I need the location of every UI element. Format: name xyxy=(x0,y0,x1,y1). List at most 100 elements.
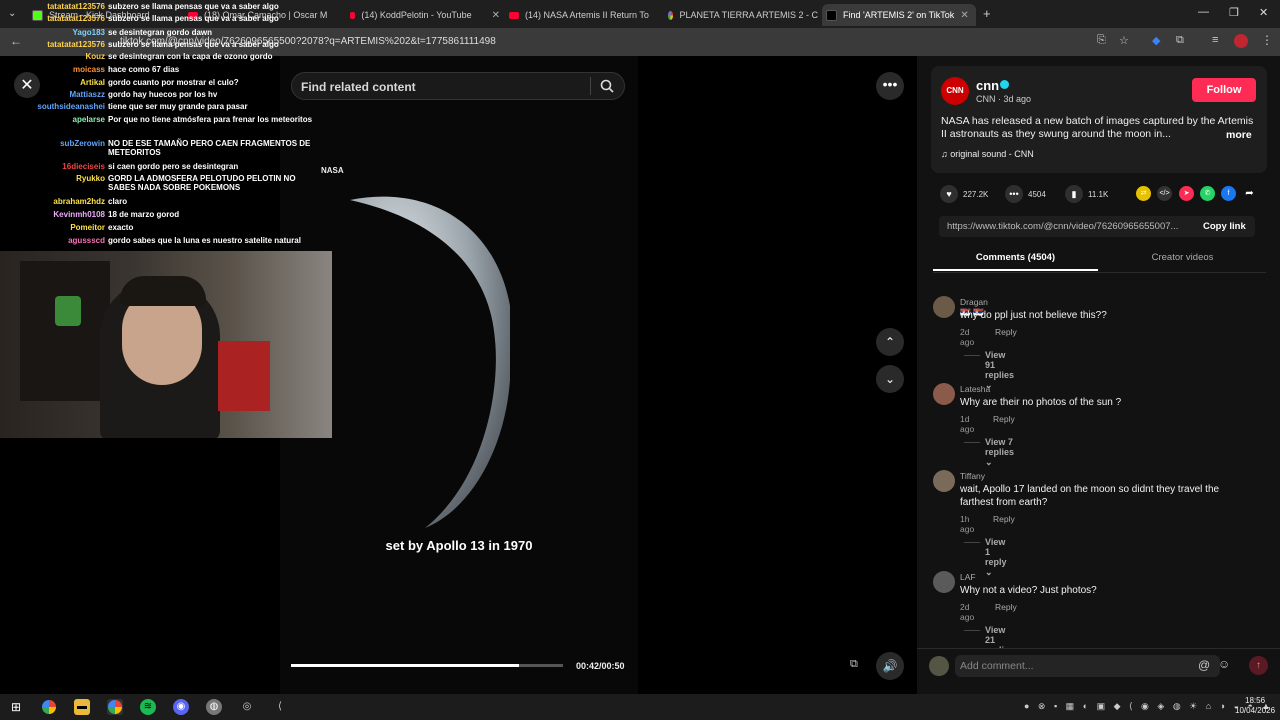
picture-in-picture-icon[interactable]: ⧉ xyxy=(850,658,868,676)
commenter-avatar[interactable] xyxy=(933,296,955,318)
app-icon[interactable]: ◍ xyxy=(206,699,222,715)
more-button[interactable]: more xyxy=(1226,129,1252,141)
commenter-name[interactable]: Tiffany xyxy=(960,471,985,481)
bookmark-icon: ▮ xyxy=(1065,185,1083,203)
author-avatar[interactable]: CNN xyxy=(941,77,969,105)
post-link[interactable]: https://www.tiktok.com/@cnn/video/762609… xyxy=(947,221,1190,232)
file-explorer-icon[interactable]: ▬ xyxy=(74,699,90,715)
restore-icon[interactable]: ❐ xyxy=(1229,6,1239,19)
stream-chat-overlay: tatatatat123576 subzero se llama pensas q… xyxy=(0,0,320,250)
app2-icon[interactable]: ⟨ xyxy=(272,699,288,715)
view-replies-button[interactable]: View 7 replies ⌄ xyxy=(985,437,1014,468)
chat-username[interactable]: moicass xyxy=(73,65,105,74)
chat-username[interactable]: tatatatat123576 xyxy=(47,14,105,23)
reply-button[interactable]: Reply xyxy=(993,514,1015,524)
whatsapp-icon[interactable]: ✆ xyxy=(1200,186,1215,201)
tab-creator-videos[interactable]: Creator videos xyxy=(1100,252,1265,263)
copy-link-button[interactable]: Copy link xyxy=(1203,221,1246,232)
tab-google[interactable]: PLANETA TIERRA ARTEMIS 2 - C xyxy=(668,4,818,26)
comment-text: why do ppl just not believe this?? xyxy=(960,310,1107,321)
chat-text: subzero se llama pensas que va a saber a… xyxy=(108,40,279,49)
clock[interactable]: 18:56 10/04/2026 xyxy=(1235,696,1275,716)
emoji-icon[interactable]: ☺ xyxy=(1218,657,1230,671)
more-options-icon[interactable]: ••• xyxy=(876,72,904,100)
tab-label: (14) KoddPelotin - YouTube xyxy=(361,10,472,20)
chat-username[interactable]: Pomeitor xyxy=(70,223,105,232)
view-replies-label: View 91 replies xyxy=(985,350,1015,380)
tab-youtube-nasa[interactable]: (14) NASA Artemis II Return To xyxy=(509,4,659,26)
browser-menu-icon[interactable]: ⋮ xyxy=(1261,33,1273,47)
windows-start-icon[interactable]: ⊞ xyxy=(8,699,24,715)
profile-avatar[interactable] xyxy=(1234,34,1248,48)
chat-username[interactable]: Kouz xyxy=(85,52,105,61)
comment-text: Why not a video? Just photos? xyxy=(960,585,1097,596)
extensions-icon[interactable]: ⧉ xyxy=(1176,34,1184,47)
close-tab-icon[interactable]: ✕ xyxy=(492,10,500,21)
like-button[interactable]: ♥ 227.2K xyxy=(940,185,988,203)
chat-username[interactable]: subZerowin xyxy=(60,139,105,148)
chat-username[interactable]: southsideanashei xyxy=(37,102,105,111)
chat-username[interactable]: 16dieciseis xyxy=(62,162,105,171)
chat-username[interactable]: Ryukko xyxy=(76,174,105,183)
send-icon[interactable]: ↑ xyxy=(1249,656,1268,675)
chat-username[interactable]: abraham2hdz xyxy=(53,197,105,206)
send-to-friends-icon[interactable]: ➤ xyxy=(1179,186,1194,201)
chat-username[interactable]: agussscd xyxy=(68,236,105,245)
commenter-avatar[interactable] xyxy=(933,470,955,492)
search-icon[interactable] xyxy=(600,79,614,93)
close-tab-icon[interactable]: ✕ xyxy=(960,10,968,21)
install-icon[interactable]: ⎘ xyxy=(1097,34,1106,47)
chat-username[interactable]: Kevinmh0108 xyxy=(53,210,105,219)
follow-button[interactable]: Follow xyxy=(1192,78,1256,102)
facebook-icon[interactable]: f xyxy=(1221,186,1236,201)
bookmark-star-icon[interactable]: ☆ xyxy=(1119,34,1129,47)
chat-text: se desintegran gordo dawn xyxy=(108,28,213,37)
comment-button[interactable]: ••• 4504 xyxy=(1005,185,1046,203)
tab-youtube-kodd[interactable]: (14) KoddPelotin - YouTube ✕ xyxy=(350,4,500,26)
volume-icon[interactable]: 🔊 xyxy=(876,652,904,680)
chrome-profile-icon[interactable] xyxy=(107,699,123,715)
new-tab-icon[interactable]: + xyxy=(983,6,991,21)
tab-comments[interactable]: Comments (4504) xyxy=(933,252,1098,263)
chat-username[interactable]: apelarse xyxy=(73,115,105,124)
chat-username[interactable]: Mattiaszz xyxy=(69,90,105,99)
chat-username[interactable]: tatatatat123576 xyxy=(47,2,105,11)
window-close-icon[interactable]: ✕ xyxy=(1259,6,1268,19)
commenter-avatar[interactable] xyxy=(933,383,955,405)
reply-line xyxy=(964,355,980,356)
obs-icon[interactable]: ◎ xyxy=(239,699,255,715)
chat-text: subzero se llama pensas que va a saber a… xyxy=(108,2,279,11)
chat-username[interactable]: Yago183 xyxy=(73,28,105,37)
reply-button[interactable]: Reply xyxy=(995,602,1017,612)
discord-icon[interactable]: ◉ xyxy=(173,699,189,715)
tab-tiktok[interactable]: Find 'ARTEMIS 2' on TikTok ✕ xyxy=(822,4,976,26)
previous-video-icon[interactable]: ⌃ xyxy=(876,328,904,356)
next-video-icon[interactable]: ⌄ xyxy=(876,365,904,393)
reply-button[interactable]: Reply xyxy=(993,414,1015,424)
commenter-avatar[interactable] xyxy=(933,571,955,593)
chrome-icon[interactable] xyxy=(41,699,57,715)
user-avatar xyxy=(929,656,949,676)
commenter-name[interactable]: Latesha xyxy=(960,384,990,394)
sound-link[interactable]: ♫ original sound - CNN xyxy=(941,149,1034,159)
chat-text: 18 de marzo gorod xyxy=(108,210,180,219)
chat-username[interactable]: Artikal xyxy=(80,78,105,87)
clock-time: 18:56 xyxy=(1245,696,1266,705)
minimize-icon[interactable]: — xyxy=(1198,6,1209,18)
mention-icon[interactable]: @ xyxy=(1198,658,1210,672)
webcam-feed xyxy=(0,251,332,438)
embed-icon[interactable]: </> xyxy=(1157,186,1172,201)
reading-list-icon[interactable]: ≡ xyxy=(1212,34,1218,46)
extension-shield-icon[interactable]: ◆ xyxy=(1152,34,1160,47)
save-button[interactable]: ▮ 11.1K xyxy=(1065,185,1108,203)
reply-button[interactable]: Reply xyxy=(995,327,1017,337)
share-icon[interactable]: ➦ xyxy=(1242,186,1257,201)
repost-icon[interactable]: ⇄ xyxy=(1136,186,1151,201)
view-replies-label: View 7 replies xyxy=(985,437,1015,457)
author-name[interactable]: cnn xyxy=(976,78,999,93)
spotify-icon[interactable]: ≋ xyxy=(140,699,156,715)
commenter-name[interactable]: LAF xyxy=(960,572,976,582)
view-replies-button[interactable]: View 1 reply ⌄ xyxy=(985,537,1007,578)
chat-username[interactable]: tatatatat123576 xyxy=(47,40,105,49)
chat-text: gordo cuanto por mostrar el culo? xyxy=(108,78,239,87)
